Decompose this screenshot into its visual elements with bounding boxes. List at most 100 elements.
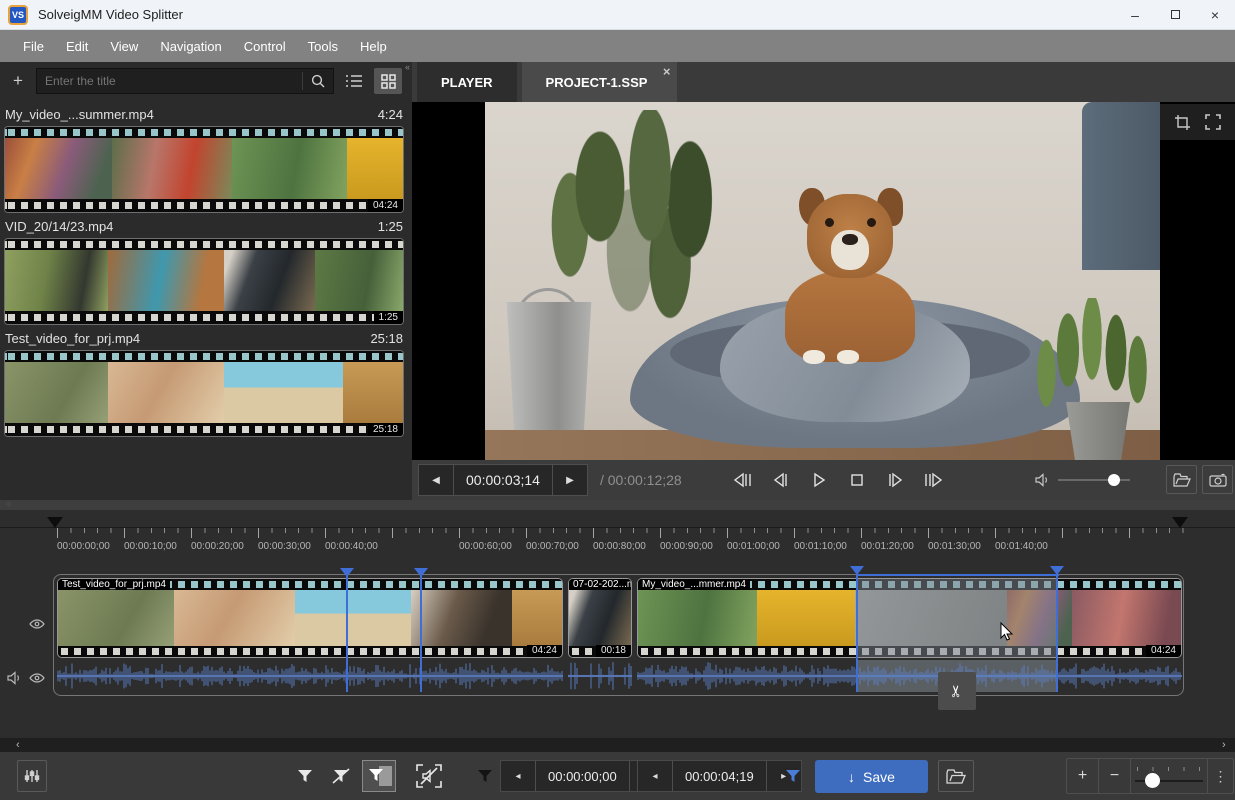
grid-view-button[interactable] bbox=[374, 68, 402, 94]
timeline-scrollbar[interactable]: ‹ › bbox=[0, 738, 1235, 752]
add-media-button[interactable]: + bbox=[5, 68, 31, 94]
collapse-panel-icon[interactable]: « bbox=[405, 62, 410, 72]
library-item[interactable]: My_video_...summer.mp4 4:24 04:24 bbox=[4, 107, 404, 213]
film-sprockets bbox=[5, 199, 403, 212]
video-preview-area[interactable] bbox=[412, 102, 1235, 460]
maximize-button[interactable] bbox=[1155, 0, 1195, 30]
fullscreen-icon[interactable] bbox=[1205, 114, 1221, 130]
fragment-end-value[interactable]: 00:00:04;19 bbox=[673, 769, 766, 784]
menu-view[interactable]: View bbox=[99, 30, 149, 62]
cut-fragment-button[interactable]: ✂ bbox=[938, 672, 976, 710]
volume-slider-knob[interactable] bbox=[1108, 474, 1120, 486]
ruler-label: 00:00:60;00 bbox=[459, 541, 512, 552]
selected-fragment-overlay[interactable] bbox=[858, 579, 1058, 658]
prev-marker-button[interactable] bbox=[731, 468, 755, 492]
minimize-button[interactable]: – bbox=[1115, 0, 1155, 30]
media-filmstrip[interactable]: 25:18 bbox=[4, 350, 404, 437]
step-back-button[interactable] bbox=[769, 468, 793, 492]
video-thumbnail bbox=[347, 138, 403, 199]
video-track-visibility-icon[interactable] bbox=[29, 617, 45, 631]
audio-track-visibility-icon[interactable] bbox=[29, 671, 45, 685]
step-forward-button[interactable] bbox=[883, 468, 907, 492]
library-item[interactable]: Test_video_for_prj.mp4 25:18 25:18 bbox=[4, 331, 404, 437]
crop-icon[interactable] bbox=[1174, 114, 1191, 131]
ruler-label: 00:00:70;00 bbox=[526, 541, 579, 552]
timeline-clip[interactable]: 07-02-202...mp4 00:18 bbox=[568, 578, 632, 658]
scroll-left-icon[interactable]: ‹ bbox=[16, 738, 20, 752]
save-button[interactable]: ↓ Save bbox=[815, 760, 928, 793]
fragment-start-value[interactable]: 00:00:00;00 bbox=[536, 769, 629, 784]
next-marker-button[interactable] bbox=[921, 468, 945, 492]
ruler-label: 00:00:20;00 bbox=[191, 541, 244, 552]
timeline-end-marker[interactable] bbox=[1172, 517, 1188, 528]
media-filmstrip[interactable]: 04:24 bbox=[4, 126, 404, 213]
search-icon[interactable] bbox=[303, 74, 333, 88]
list-view-button[interactable] bbox=[340, 68, 368, 94]
app-window: VS SolveigMM Video Splitter – × File Edi… bbox=[0, 0, 1235, 800]
zoom-slider[interactable] bbox=[1131, 759, 1207, 793]
video-thumbnail bbox=[512, 590, 562, 646]
timeline-clip[interactable]: My_video_...mmer.mp4 04:24 bbox=[637, 578, 1182, 658]
audio-waveform[interactable] bbox=[637, 660, 1182, 692]
tab-project[interactable]: PROJECT-1.SSP × bbox=[522, 62, 678, 102]
open-folder-button[interactable] bbox=[1166, 465, 1197, 494]
close-button[interactable]: × bbox=[1195, 0, 1235, 30]
menu-navigation[interactable]: Navigation bbox=[149, 30, 232, 62]
volume-slider[interactable] bbox=[1058, 479, 1130, 481]
time-decrement-button[interactable]: ◀ bbox=[419, 465, 453, 495]
menu-help[interactable]: Help bbox=[349, 30, 398, 62]
invert-selection-button[interactable] bbox=[362, 760, 396, 792]
end-decrement-button[interactable]: ◂ bbox=[638, 761, 672, 791]
zoom-slider-knob[interactable] bbox=[1145, 773, 1160, 788]
menu-bar: File Edit View Navigation Control Tools … bbox=[0, 30, 1235, 62]
selected-filter-icon[interactable] bbox=[778, 760, 808, 792]
clip-name: Test_video_for_prj.mp4 bbox=[58, 579, 170, 590]
add-marker-button[interactable] bbox=[290, 760, 320, 792]
mixer-settings-button[interactable] bbox=[17, 760, 47, 792]
remove-marker-button[interactable] bbox=[326, 760, 356, 792]
film-sprockets bbox=[58, 646, 562, 657]
audio-track-mute-icon[interactable] bbox=[6, 671, 22, 685]
speaker-icon[interactable] bbox=[1034, 473, 1050, 487]
menu-tools[interactable]: Tools bbox=[297, 30, 349, 62]
audio-waveform[interactable] bbox=[568, 660, 632, 692]
media-library-panel: + « My_video_...summer.mp4 4:24 bbox=[0, 62, 412, 500]
output-folder-button[interactable] bbox=[938, 760, 974, 792]
zoom-in-button[interactable]: + bbox=[1067, 759, 1099, 793]
library-item[interactable]: VID_20/14/23.mp4 1:25 1:25 bbox=[4, 219, 404, 325]
tab-player[interactable]: PLAYER bbox=[417, 62, 517, 102]
menu-control[interactable]: Control bbox=[233, 30, 297, 62]
audio-waveform[interactable] bbox=[57, 660, 563, 692]
ruler-label: 00:01:00;00 bbox=[727, 541, 780, 552]
time-increment-button[interactable]: ▶ bbox=[553, 465, 587, 495]
zoom-out-button[interactable]: − bbox=[1099, 759, 1131, 793]
title-bar: VS SolveigMM Video Splitter – × bbox=[0, 0, 1235, 30]
play-button[interactable] bbox=[807, 468, 831, 492]
media-filmstrip[interactable]: 1:25 bbox=[4, 238, 404, 325]
timeline-zoom-controls: + − ⋮ bbox=[1066, 758, 1234, 794]
ruler-ticks bbox=[57, 528, 1187, 538]
decor bbox=[785, 270, 915, 362]
scroll-right-icon[interactable]: › bbox=[1222, 738, 1226, 752]
app-logo: VS bbox=[8, 5, 28, 25]
stop-button[interactable] bbox=[845, 468, 869, 492]
video-thumbnail bbox=[108, 250, 223, 311]
snapshot-button[interactable] bbox=[1202, 465, 1233, 494]
decor bbox=[825, 218, 834, 227]
current-time-value[interactable]: 00:00:03;14 bbox=[454, 472, 552, 488]
timeline-clip[interactable]: Test_video_for_prj.mp4 04:24 bbox=[57, 578, 563, 658]
timeline-start-marker[interactable] bbox=[47, 517, 63, 528]
mute-fragment-button[interactable] bbox=[412, 760, 446, 792]
start-decrement-button[interactable]: ◂ bbox=[501, 761, 535, 791]
tab-project-label: PROJECT-1.SSP bbox=[546, 75, 648, 90]
save-label: Save bbox=[863, 769, 895, 785]
search-input[interactable] bbox=[37, 69, 302, 93]
menu-file[interactable]: File bbox=[12, 30, 55, 62]
fragment-filter-icon[interactable] bbox=[470, 760, 500, 792]
menu-edit[interactable]: Edit bbox=[55, 30, 99, 62]
ruler-label: 00:01:30;00 bbox=[928, 541, 981, 552]
more-options-button[interactable]: ⋮ bbox=[1207, 759, 1233, 793]
tab-close-icon[interactable]: × bbox=[663, 64, 671, 79]
panel-splitter[interactable]: ⁘ bbox=[0, 500, 1235, 510]
decor bbox=[867, 218, 876, 227]
